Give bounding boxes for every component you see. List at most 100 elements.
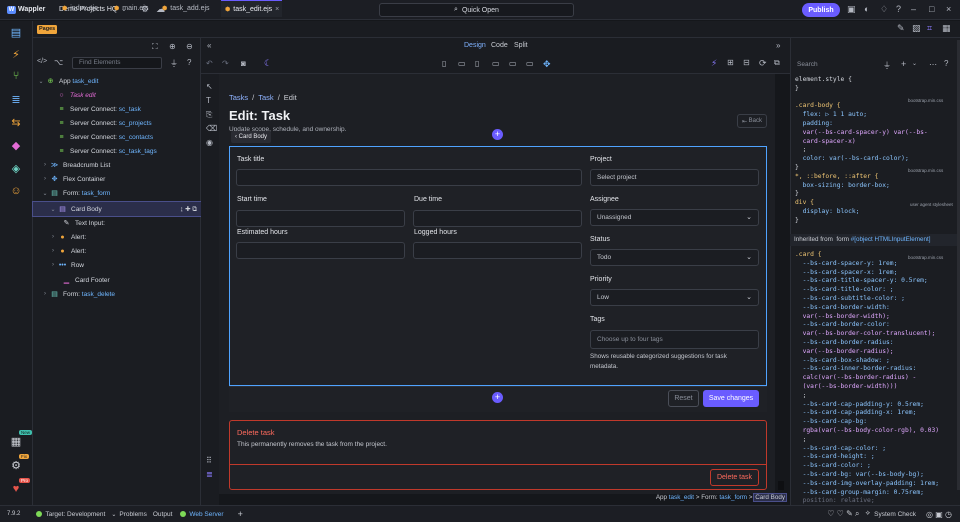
task-title-input[interactable] [236, 169, 582, 186]
tree-item-sc-projects[interactable]: ≡ Server Connect: sc_projects [33, 116, 201, 130]
filter-icon[interactable]: ⏚ [883, 60, 891, 71]
breadcrumb-tasks[interactable]: Tasks [229, 93, 248, 102]
css-line[interactable]: rgba(var(--bs-body-color-rgb), 0.03) [795, 427, 939, 434]
project-select[interactable]: Select project [590, 169, 759, 186]
layout-icon[interactable]: ▣ [847, 4, 856, 15]
component-icon[interactable]: ⛶ [152, 42, 158, 52]
device-laptop-icon[interactable]: ▭ [509, 59, 517, 68]
tree-item-alert-1[interactable]: › ● Alert: [33, 230, 201, 244]
css-line[interactable]: --bs-card-color: ; [795, 462, 871, 469]
tree-item-task-edit[interactable]: ○ Task edit [33, 88, 201, 102]
chevron-down-icon[interactable]: ⌄ [912, 60, 917, 67]
remove-component-icon[interactable]: ⊖ [186, 42, 193, 51]
style-icon[interactable]: ▨ [912, 23, 921, 34]
preview-tool-icon[interactable]: ◉ [206, 138, 213, 147]
device-mobile-icon[interactable]: ▯ [442, 59, 446, 68]
css-line[interactable]: --bs-card-group-margin: 0.75rem; [795, 489, 924, 496]
css-line[interactable]: --bs-card-bg: var(--bs-body-bg); [795, 471, 924, 478]
wrap-tool-icon[interactable]: ⎘ [206, 110, 212, 120]
css-line[interactable]: --bs-card-height: ; [795, 453, 875, 460]
filter-icon[interactable]: ⏚ [170, 58, 178, 69]
workflows-icon[interactable]: ⚡ [8, 46, 24, 62]
ai-assistant-icon[interactable]: ☺ [8, 183, 24, 199]
tree-item-task-delete[interactable]: › ▤ Form: task_delete [33, 287, 201, 301]
expand-icon[interactable]: › [41, 291, 49, 297]
collapse-left-icon[interactable]: « [207, 41, 211, 50]
css-line[interactable]: display: block; [795, 208, 860, 215]
web-server-tab[interactable]: Web Server [189, 511, 223, 518]
tree-item-breadcrumb-list[interactable]: › ≫ Breadcrumb List [33, 158, 201, 172]
css-line[interactable]: --bs-card-img-overlay-padding: 1rem; [795, 480, 939, 487]
camera-icon[interactable]: ◙ [241, 59, 246, 68]
feedback-icons[interactable]: ♡ ♡ ✎ ⌕ [827, 509, 859, 519]
reset-button[interactable]: Reset [668, 390, 699, 407]
due-time-input[interactable] [413, 210, 582, 227]
tree-item-flex-container[interactable]: › ✥ Flex Container [33, 172, 201, 186]
close-window-icon[interactable]: × [946, 4, 951, 14]
tree-item-card-footer[interactable]: ▁ Card Footer [33, 273, 201, 287]
device-desktop-icon[interactable]: ▭ [526, 59, 534, 68]
delete-task-button[interactable]: Delete task [710, 469, 759, 486]
notification-icons[interactable]: ◎ ▣ ◷ [926, 510, 952, 519]
code-mode-button[interactable]: Code [491, 42, 508, 49]
css-line[interactable]: --bs-card-spacer-y: 1rem; [795, 260, 898, 267]
tree-item-task-form[interactable]: ⌄ ▤ Form: task_form [33, 186, 201, 200]
close-tab-icon[interactable]: × [275, 6, 279, 13]
css-line[interactable]: card-spacer-x) [795, 138, 856, 145]
add-terminal-icon[interactable]: + [238, 509, 243, 519]
tags-input[interactable]: Choose up to four tags [590, 330, 759, 349]
bc-form-suffix[interactable]: task_form [719, 494, 747, 501]
delete-tool-icon[interactable]: ⌫ [206, 124, 217, 133]
add-component-icon[interactable]: ⊕ [169, 42, 176, 51]
refresh-icon[interactable]: ⟳ [759, 58, 767, 69]
css-line[interactable]: position: relative; [795, 497, 875, 504]
target-value[interactable]: Development [67, 511, 105, 518]
select-tool-icon[interactable]: ↖ [206, 82, 213, 91]
bell-icon[interactable]: ♢ [880, 4, 888, 15]
breadcrumb-task[interactable]: Task [258, 93, 273, 102]
css-line[interactable]: box-sizing: border-box; [795, 182, 890, 189]
css-line[interactable]: --bs-card-cap-bg: [795, 418, 867, 425]
dark-mode-icon[interactable]: ☾ [264, 58, 272, 69]
source-link[interactable]: bootstrap.min.css [908, 168, 943, 173]
settings-icon[interactable]: ⚙ [8, 457, 24, 473]
css-line[interactable]: --bs-card-cap-color: ; [795, 445, 886, 452]
css-line[interactable]: var(--bs-border-width); [795, 313, 890, 320]
theme-icon[interactable]: ◐ [864, 4, 869, 14]
css-line[interactable]: var(--bs-card-spacer-y) var(--bs- [795, 129, 928, 136]
inherited-form[interactable]: form [836, 236, 849, 243]
tab-main[interactable]: ⬢ main.ejs [114, 0, 164, 17]
grid-icon[interactable]: ⠿ [206, 456, 212, 465]
save-changes-button[interactable]: Save changes [703, 390, 759, 407]
split-mode-button[interactable]: Split [514, 42, 528, 49]
add-rule-icon[interactable]: + [901, 59, 906, 69]
tree-item-sc-task-tags[interactable]: ≡ Server Connect: sc_task_tags [33, 144, 201, 158]
find-elements-input[interactable]: Find Elements [72, 57, 162, 69]
undo-icon[interactable]: ↶ [206, 59, 213, 68]
collapse-icon[interactable]: ⌄ [49, 206, 57, 213]
css-line[interactable]: --bs-card-subtitle-color: ; [795, 295, 905, 302]
extensions-icon[interactable]: ▦ [8, 433, 24, 449]
css-line[interactable]: color: var(--bs-card-color); [795, 155, 909, 162]
design-mode-button[interactable]: Design [464, 42, 486, 49]
css-line[interactable]: var(--bs-border-radius); [795, 348, 894, 355]
collapse-icon[interactable]: ⌄ [41, 190, 49, 197]
css-line[interactable]: --bs-card-inner-border-radius: [795, 365, 917, 372]
tree-item-alert-2[interactable]: › ● Alert: [33, 244, 201, 258]
help-icon[interactable]: ? [896, 4, 901, 14]
code-icon[interactable]: </> [37, 58, 47, 65]
device-tablet-landscape-icon[interactable]: ▭ [492, 59, 500, 68]
device-full-icon[interactable]: ✥ [543, 59, 551, 70]
account-icon[interactable]: ♥ [8, 481, 24, 497]
css-line[interactable]: --bs-card-title-color: ; [795, 286, 894, 293]
add-before-button[interactable]: + [492, 129, 503, 140]
tab-index[interactable]: ⬢ index.ejs [62, 0, 112, 17]
device-tablet-icon[interactable]: ▯ [475, 59, 479, 68]
assignee-select[interactable]: Unassigned ⌄ [590, 209, 759, 226]
chevron-down-icon[interactable]: ⌄ [111, 511, 116, 518]
layout-outline-icon[interactable]: ≣ [206, 470, 213, 479]
redo-icon[interactable]: ↷ [222, 59, 229, 68]
tree-item-sc-contacts[interactable]: ≡ Server Connect: sc_contacts [33, 130, 201, 144]
ai-icon[interactable]: ⚡ [711, 58, 717, 69]
device-mobile-landscape-icon[interactable]: ▭ [458, 59, 466, 68]
